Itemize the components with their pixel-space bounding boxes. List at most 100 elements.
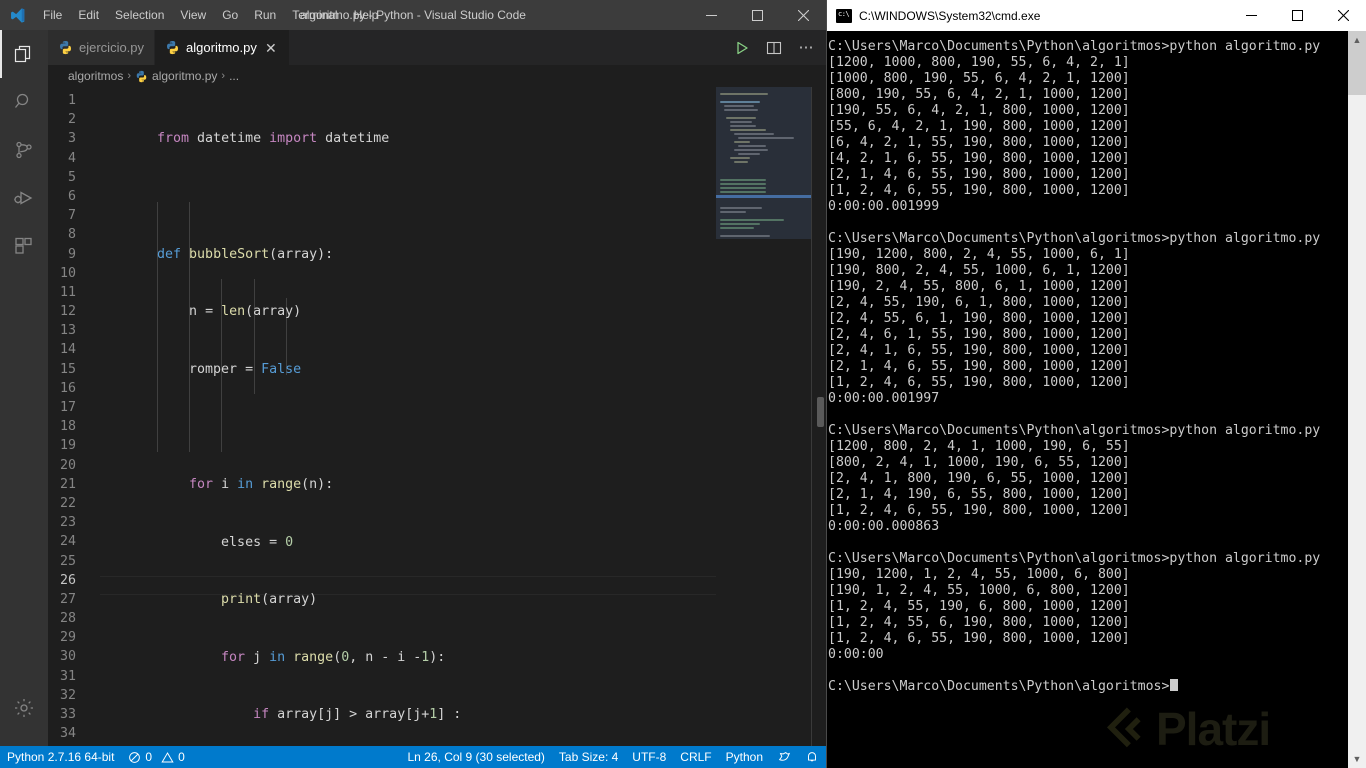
warning-count: 0 [178, 750, 185, 764]
cmd-output-line: [2, 4, 55, 6, 1, 190, 800, 1000, 1200] [828, 311, 1130, 326]
cmd-title-bar: c:\ C:\WINDOWS\System32\cmd.exe [827, 0, 1366, 31]
menu-selection[interactable]: Selection [107, 4, 172, 26]
cmd-maximize-button[interactable] [1274, 0, 1320, 31]
cmd-elapsed-time: 0:00:00.001997 [828, 391, 940, 406]
cmd-output-line: [1, 2, 4, 6, 55, 190, 800, 1000, 1200] [828, 503, 1130, 518]
sidebar-item-source-control[interactable] [0, 126, 48, 174]
maximize-button[interactable] [734, 0, 780, 30]
sash-handle[interactable] [817, 397, 824, 427]
run-and-debug-icon [12, 186, 36, 210]
cmd-output-line: [190, 1200, 800, 2, 4, 55, 1000, 6, 1] [828, 247, 1130, 262]
cmd-output-line: [55, 6, 4, 2, 1, 190, 800, 1000, 1200] [828, 119, 1130, 134]
source-control-branch-icon [12, 138, 36, 162]
warning-triangle-icon [161, 751, 174, 764]
cmd-close-button[interactable] [1320, 0, 1366, 31]
console-icon: c:\ [836, 8, 852, 23]
cmd-output-line: [1, 2, 4, 55, 190, 6, 800, 1000, 1200] [828, 599, 1130, 614]
cmd-output-line: [2, 4, 55, 190, 6, 1, 800, 1000, 1200] [828, 295, 1130, 310]
scrollbar-track[interactable] [1348, 95, 1366, 750]
line-number: 25 [59, 553, 76, 569]
cmd-vertical-scrollbar[interactable]: ▲ ▼ [1347, 31, 1366, 768]
tweet-feedback-icon [777, 750, 791, 764]
more-actions-button[interactable]: ⋯ [792, 34, 820, 62]
cmd-output-line: [2, 1, 4, 190, 6, 55, 800, 1000, 1200] [828, 487, 1130, 502]
run-python-file-button[interactable] [728, 34, 756, 62]
code-editor[interactable]: 1 2 3 4 5 6 7 8 9 10 11 12 13 14 15 16 1 [48, 87, 826, 746]
cmd-output-line: [190, 1200, 1, 2, 4, 55, 1000, 6, 800] [828, 567, 1130, 582]
line-number: 24 [59, 534, 76, 550]
cmd-output-line: [2, 4, 1, 800, 190, 6, 55, 1000, 1200] [828, 471, 1130, 486]
sidebar-item-run-debug[interactable] [0, 174, 48, 222]
sidebar-item-settings[interactable] [0, 684, 48, 732]
breadcrumb-symbols[interactable]: ... [229, 69, 239, 83]
line-number: 12 [59, 304, 76, 320]
cmd-console-body[interactable]: Platzi C:\Users\Marco\Documents\Python\a… [827, 31, 1366, 768]
screen: File Edit Selection View Go Run Terminal… [0, 0, 1366, 768]
close-button[interactable] [780, 0, 826, 30]
cmd-output-line: [6, 4, 2, 1, 55, 190, 800, 1000, 1200] [828, 135, 1130, 150]
status-notifications[interactable] [798, 746, 826, 768]
cmd-output-line: [190, 1, 2, 4, 55, 1000, 6, 800, 1200] [828, 583, 1130, 598]
activity-bar [0, 30, 48, 746]
split-editor-button[interactable] [760, 34, 788, 62]
menu-view[interactable]: View [172, 4, 214, 26]
cmd-output-line: [1, 2, 4, 55, 6, 190, 800, 1000, 1200] [828, 615, 1130, 630]
cmd-minimize-button[interactable] [1228, 0, 1274, 31]
menu-terminal[interactable]: Terminal [284, 4, 345, 26]
line-number: 2 [67, 112, 76, 128]
status-eol[interactable]: CRLF [673, 746, 718, 768]
cmd-output-line: [190, 2, 4, 55, 800, 6, 1, 1000, 1200] [828, 279, 1130, 294]
status-feedback[interactable] [770, 746, 798, 768]
cmd-title-text: C:\WINDOWS\System32\cmd.exe [859, 8, 1041, 23]
cmd-elapsed-time: 0:00:00.001999 [828, 199, 940, 214]
tab-algoritmo-py[interactable]: algoritmo.py ✕ [155, 30, 290, 65]
window-controls [688, 0, 826, 30]
status-cursor-position[interactable]: Ln 26, Col 9 (30 selected) [401, 746, 552, 768]
minimize-button[interactable] [688, 0, 734, 30]
status-language-mode[interactable]: Python [719, 746, 770, 768]
sidebar-item-explorer[interactable] [0, 30, 48, 78]
breadcrumb-file[interactable]: algoritmo.py [152, 69, 217, 83]
extensions-icon [12, 234, 36, 258]
line-number: 5 [67, 169, 76, 185]
vscode-menu-bar[interactable]: File Edit Selection View Go Run Terminal… [35, 0, 386, 30]
menu-file[interactable]: File [35, 4, 70, 26]
sidebar-item-extensions[interactable] [0, 222, 48, 270]
minimap-slider[interactable] [716, 87, 812, 239]
scroll-down-arrow-icon[interactable]: ▼ [1348, 750, 1366, 768]
menu-run[interactable]: Run [246, 4, 284, 26]
line-number: 8 [67, 227, 76, 243]
tab-ejercicio-py[interactable]: ejercicio.py [48, 30, 156, 65]
search-icon [12, 90, 36, 114]
status-encoding[interactable]: UTF-8 [625, 746, 673, 768]
editor-group: ejercicio.py algoritmo.py ✕ ⋯ algoritmos… [48, 30, 826, 746]
tab-close-icon[interactable]: ✕ [263, 41, 279, 55]
status-problems[interactable]: 0 0 [121, 746, 191, 768]
menu-go[interactable]: Go [214, 4, 246, 26]
line-number: 18 [59, 419, 76, 435]
line-number: 23 [59, 515, 76, 531]
line-number: 11 [59, 284, 76, 300]
vscode-logo-icon [0, 0, 35, 30]
menu-help[interactable]: Help [346, 4, 387, 26]
error-count: 0 [145, 750, 153, 764]
scroll-up-arrow-icon[interactable]: ▲ [1348, 31, 1366, 49]
breadcrumb[interactable]: algoritmos › algoritmo.py › ... [48, 65, 826, 87]
menu-edit[interactable]: Edit [70, 4, 107, 26]
cmd-output-line: [800, 190, 55, 6, 4, 2, 1, 1000, 1200] [828, 87, 1130, 102]
line-number: 14 [59, 342, 76, 358]
breadcrumb-folder[interactable]: algoritmos [68, 69, 123, 83]
interpreter-label: Python 2.7.16 64-bit [7, 750, 115, 764]
editor-minimap[interactable] [716, 87, 812, 746]
line-number-current: 26 [59, 572, 76, 588]
cmd-prompt-line: C:\Users\Marco\Documents\Python\algoritm… [828, 551, 1321, 566]
cmd-elapsed-time: 0:00:00 [828, 647, 884, 662]
sidebar-item-search[interactable] [0, 78, 48, 126]
cmd-window-controls [1228, 0, 1366, 31]
status-tab-size[interactable]: Tab Size: 4 [552, 746, 625, 768]
editor-actions: ⋯ [728, 30, 820, 65]
cmd-output-line: [2, 4, 1, 6, 55, 190, 800, 1000, 1200] [828, 343, 1130, 358]
split-editor-icon [766, 40, 782, 56]
scrollbar-thumb[interactable] [1348, 49, 1366, 95]
status-python-interpreter[interactable]: Python 2.7.16 64-bit [0, 746, 121, 768]
